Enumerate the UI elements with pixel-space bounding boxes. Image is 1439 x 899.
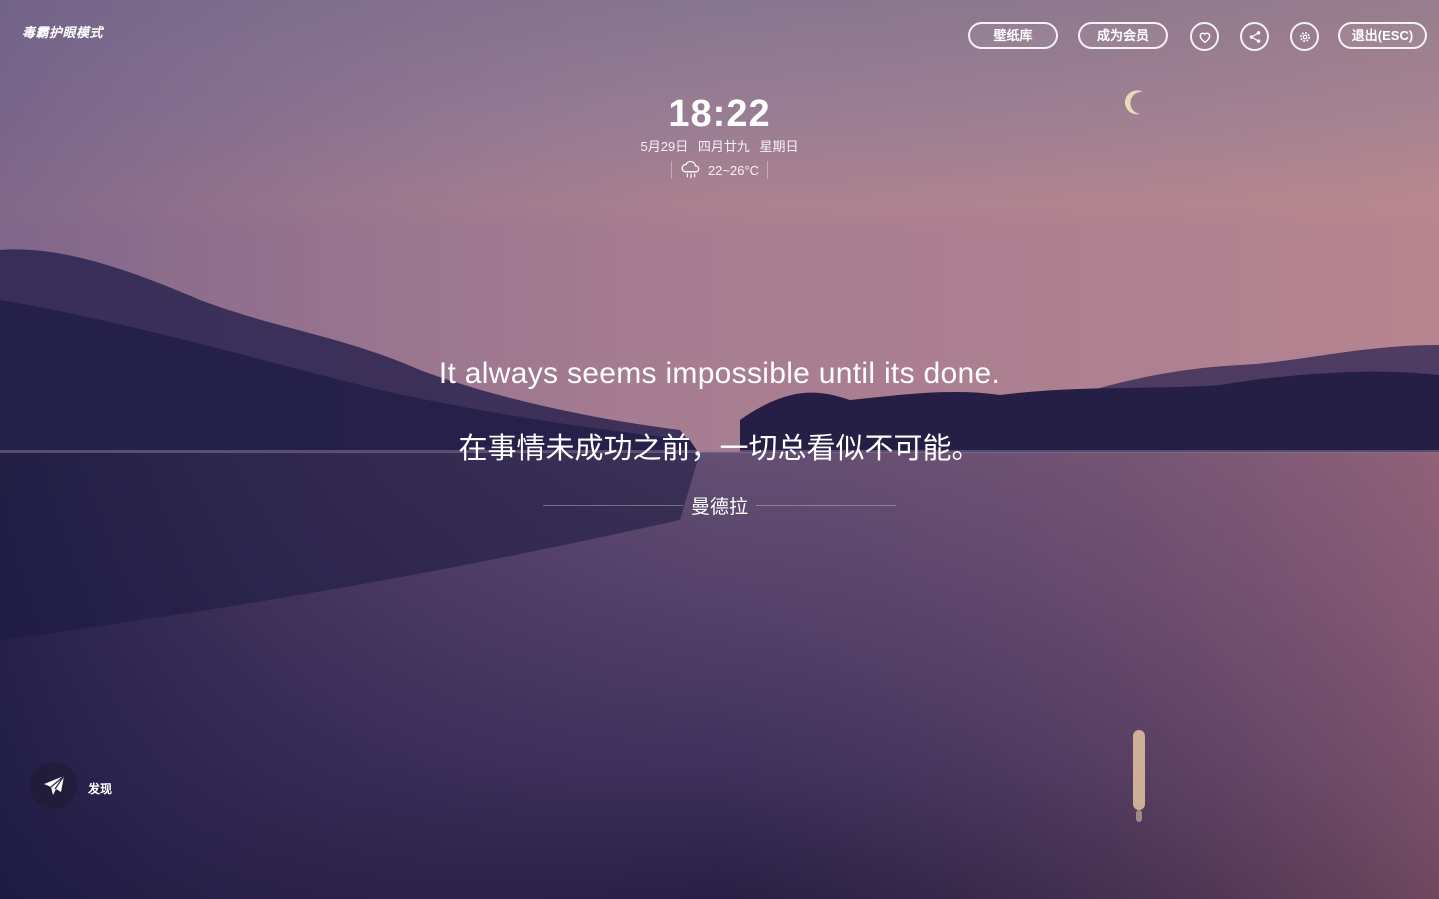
share-icon bbox=[1249, 30, 1260, 43]
solar-date: 5月29日 bbox=[640, 139, 689, 154]
quote-author-row: 曼德拉 bbox=[0, 492, 1439, 519]
quote-english: It always seems impossible until its don… bbox=[438, 357, 1001, 390]
lunar-date: 四月廿九 bbox=[697, 139, 750, 154]
quote-chinese: 在事情未成功之前，一切总看似不可能。 bbox=[458, 433, 981, 465]
exit-button[interactable]: 退出(ESC) bbox=[1338, 22, 1427, 49]
settings-button[interactable] bbox=[1290, 22, 1319, 51]
gear-icon bbox=[1299, 31, 1310, 42]
share-button[interactable] bbox=[1240, 22, 1269, 51]
divider-left bbox=[542, 505, 683, 506]
become-member-button[interactable]: 成为会员 bbox=[1078, 22, 1168, 49]
quote-author: 曼德拉 bbox=[690, 497, 748, 518]
rain-cloud-icon bbox=[681, 160, 700, 179]
weekday: 星期日 bbox=[759, 139, 799, 154]
clock-time: 18:22 bbox=[668, 93, 771, 135]
heart-icon bbox=[1199, 32, 1210, 43]
discover-label[interactable]: 发现 bbox=[88, 780, 112, 797]
clock-widget: 18:22 5月29日 四月廿九 星期日 22~26°C bbox=[0, 90, 1439, 185]
wallpaper-library-button[interactable]: 壁纸库 bbox=[968, 22, 1058, 49]
discover-button[interactable] bbox=[30, 762, 77, 809]
top-toolbar: 壁纸库 成为会员 退出(ESC) bbox=[968, 22, 1427, 51]
app-logo: 毒霸护眼模式 bbox=[22, 25, 104, 40]
divider-right bbox=[756, 505, 896, 506]
temperature: 22~26°C bbox=[707, 162, 760, 178]
date-line: 5月29日 四月廿九 星期日 bbox=[0, 136, 1439, 155]
favorite-button[interactable] bbox=[1190, 22, 1219, 51]
paper-plane-icon bbox=[43, 775, 64, 795]
weather-info: 22~26°C bbox=[670, 160, 769, 179]
